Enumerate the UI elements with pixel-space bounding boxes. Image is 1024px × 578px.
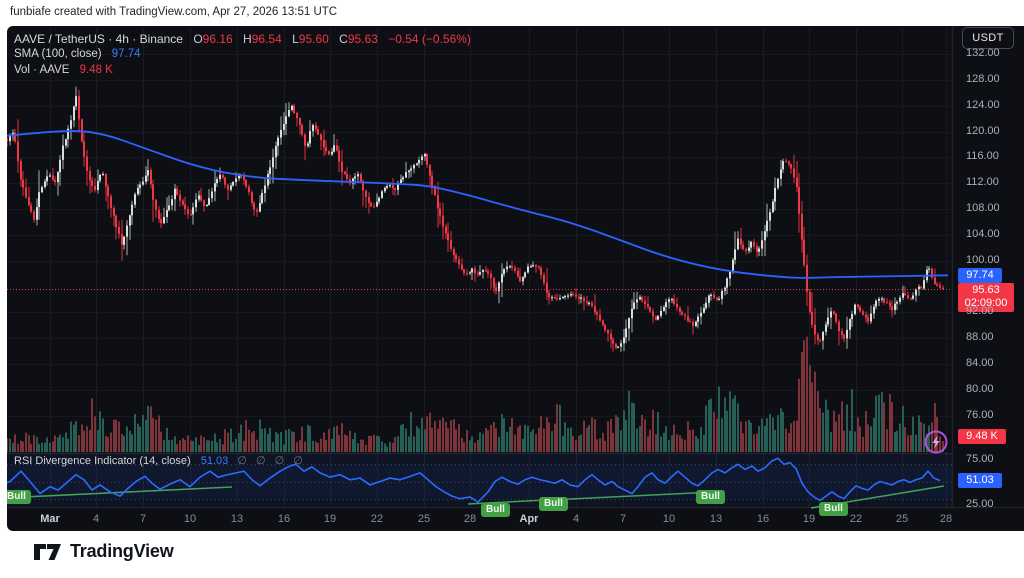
bull-divergence-badge: Bull [696, 490, 725, 504]
tradingview-logo-icon [34, 542, 62, 562]
volume-legend[interactable]: Vol · AAVE 9.48 K [14, 64, 113, 76]
sma-value: 97.74 [112, 48, 141, 60]
tradingview-wordmark: TradingView [70, 541, 174, 562]
sma-legend[interactable]: SMA (100, close) 97.74 [14, 48, 141, 60]
symbol-title: AAVE / TetherUS · 4h · Binance [14, 32, 183, 46]
bull-divergence-badge: Bull [7, 490, 31, 504]
high-value: 96.54 [252, 32, 282, 46]
rsi-hidden-values: ∅ ∅ ∅ ∅ [237, 455, 306, 467]
low-value: 95.60 [299, 32, 329, 46]
tradingview-snapshot: { "header": { "attribution": "funbiafe c… [0, 0, 1024, 578]
open-value: 96.16 [203, 32, 233, 46]
rsi-title: RSI Divergence Indicator (14, close) [14, 455, 191, 467]
volume-value: 9.48 K [80, 64, 113, 76]
volume-label: Vol · AAVE [14, 64, 69, 76]
rsi-indicator-legend[interactable]: RSI Divergence Indicator (14, close) 51.… [14, 454, 306, 467]
open-label: O [193, 32, 202, 46]
chart-panel: AAVE / TetherUS · 4h · Binance O96.16 H9… [7, 26, 1024, 531]
time-axis[interactable] [7, 507, 1024, 531]
change-value: −0.54 (−0.56%) [388, 32, 471, 46]
close-label: C [339, 32, 348, 46]
price-axis[interactable] [956, 26, 1024, 507]
low-label: L [292, 32, 299, 46]
sma-label: SMA (100, close) [14, 48, 102, 60]
lightning-icon[interactable] [923, 429, 949, 460]
rsi-value: 51.03 [201, 455, 229, 467]
tradingview-branding[interactable]: TradingView [34, 541, 174, 562]
close-value: 95.63 [348, 32, 378, 46]
symbol-legend[interactable]: AAVE / TetherUS · 4h · Binance O96.16 H9… [14, 32, 471, 46]
high-label: H [243, 32, 252, 46]
attribution-text: funbiafe created with TradingView.com, A… [10, 6, 337, 18]
